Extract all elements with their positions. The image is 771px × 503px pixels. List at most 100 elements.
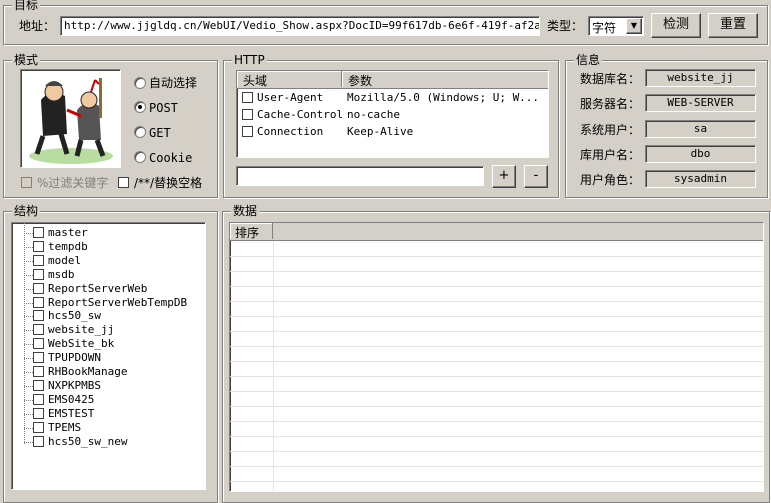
tree-item-checkbox[interactable]	[33, 240, 44, 252]
mode-label-post: POST	[149, 101, 178, 115]
http-row[interactable]: User-Agent Mozilla/5.0 (Windows; U; W...	[237, 89, 548, 106]
http-row-value: Mozilla/5.0 (Windows; U; W...	[347, 91, 540, 104]
tree-item-label: hcs50_sw_new	[48, 434, 128, 448]
tree-item-checkbox[interactable]	[33, 227, 44, 238]
info-label-dbuser: 库用户名：	[580, 148, 641, 162]
tree-item-label: tempdb	[48, 239, 88, 253]
http-input[interactable]	[236, 166, 484, 186]
tree-item[interactable]: EMSTEST	[12, 407, 202, 421]
address-label: 地址：	[19, 19, 56, 33]
tree-item-checkbox[interactable]	[33, 366, 44, 377]
http-row-header: User-Agent	[257, 91, 324, 104]
tree-item-checkbox[interactable]	[33, 421, 44, 433]
add-header-button[interactable]: +	[492, 165, 516, 188]
tree-item-checkbox[interactable]	[33, 282, 44, 294]
tree-item-checkbox[interactable]	[33, 324, 44, 336]
tree-item-label: WebSite_bk	[48, 337, 115, 351]
http-row[interactable]: Cache-Control no-cache	[237, 106, 548, 123]
data-grid-row	[230, 481, 763, 491]
reset-button[interactable]: 重置	[708, 13, 758, 38]
http-group-title: HTTP	[232, 53, 267, 67]
database-tree[interactable]: master tempdb model msdb ReportServerWeb Repo…	[11, 222, 206, 490]
tree-item[interactable]: website_jj	[12, 323, 202, 337]
info-value-sysuser: sa	[645, 120, 756, 138]
tree-item-checkbox[interactable]	[33, 393, 44, 405]
tree-item-label: NXPKPMBS	[48, 378, 101, 392]
http-row-header: Cache-Control	[257, 108, 344, 121]
tree-item[interactable]: hcs50_sw	[12, 309, 202, 323]
mascot-illustration	[29, 78, 113, 164]
info-group-title: 信息	[574, 53, 603, 67]
data-grid-body	[230, 241, 763, 491]
remove-header-button[interactable]: -	[524, 165, 548, 188]
mode-radio-get[interactable]	[134, 126, 146, 138]
data-grid-row	[230, 271, 763, 287]
http-row-checkbox[interactable]	[242, 92, 253, 103]
tree-item[interactable]: ReportServerWebTempDB	[12, 296, 202, 310]
tree-item[interactable]: ReportServerWeb	[12, 282, 202, 296]
filter-keywords-checkbox[interactable]	[21, 177, 32, 188]
mode-label-get: GET	[149, 126, 171, 140]
http-row[interactable]: Connection Keep-Alive	[237, 123, 548, 140]
mode-radio-auto[interactable]	[134, 77, 146, 89]
http-row-checkbox[interactable]	[242, 126, 253, 137]
tree-item[interactable]: NXPKPMBS	[12, 379, 202, 393]
tree-item[interactable]: WebSite_bk	[12, 337, 202, 351]
tree-item-label: EMSTEST	[48, 406, 95, 420]
mode-group-title: 模式	[12, 53, 41, 67]
tree-item[interactable]: msdb	[12, 268, 202, 282]
tree-item[interactable]: tempdb	[12, 240, 202, 254]
tree-item[interactable]: TPEMS	[12, 421, 202, 435]
tree-item-checkbox[interactable]	[33, 379, 44, 391]
http-col-value-label: 参数	[348, 74, 373, 88]
mode-radio-post[interactable]	[134, 101, 146, 113]
data-grid-row	[230, 421, 763, 437]
tree-item[interactable]: RHBookManage	[12, 365, 202, 379]
info-label-dbname: 数据库名：	[580, 72, 641, 86]
tree-item-label: ReportServerWebTempDB	[48, 295, 188, 309]
http-table-header: 头域 参数	[237, 71, 548, 89]
http-col-header[interactable]: 头域	[237, 71, 342, 88]
mode-label-auto: 自动选择	[149, 76, 198, 90]
http-row-value: Keep-Alive	[347, 125, 414, 138]
tree-item[interactable]: TPUPDOWN	[12, 351, 202, 365]
data-grid-row	[230, 256, 763, 272]
data-grid-row	[230, 451, 763, 467]
data-grid[interactable]: 排序	[229, 222, 764, 492]
data-grid-row	[230, 241, 763, 257]
tree-item-label: ReportServerWeb	[48, 281, 148, 295]
tree-item-checkbox[interactable]	[33, 268, 44, 280]
data-grid-row	[230, 436, 763, 452]
filter-keywords-label: %过滤关键字	[37, 176, 109, 190]
tree-item[interactable]: master	[12, 226, 202, 240]
tree-item-checkbox[interactable]	[33, 254, 44, 266]
tree-item[interactable]: hcs50_sw_new	[12, 435, 202, 449]
data-grid-row	[230, 406, 763, 422]
tree-item[interactable]: model	[12, 254, 202, 268]
tree-item-checkbox[interactable]	[33, 435, 44, 447]
http-row-value: no-cache	[347, 108, 400, 121]
address-input[interactable]: http://www.jjgldq.cn/WebUI/Vedio_Show.as…	[60, 16, 540, 36]
http-headers-table[interactable]: 头域 参数 User-Agent Mozilla/5.0 (Windows; U…	[236, 70, 549, 158]
chevron-down-icon[interactable]: ▼	[626, 18, 642, 34]
tree-item-checkbox[interactable]	[33, 407, 44, 419]
detect-button[interactable]: 检测	[651, 13, 701, 38]
tree-item-checkbox[interactable]	[33, 352, 44, 364]
data-grid-row	[230, 316, 763, 332]
tree-item-checkbox[interactable]	[33, 296, 44, 308]
http-row-checkbox[interactable]	[242, 109, 253, 120]
type-select-value: 字符	[592, 21, 617, 35]
tree-item-checkbox[interactable]	[33, 310, 44, 322]
data-col-order[interactable]: 排序	[230, 223, 273, 240]
tree-item-label: master	[48, 226, 88, 239]
type-select[interactable]: 字符 ▼	[588, 16, 644, 36]
tree-item-checkbox[interactable]	[33, 338, 44, 350]
type-label: 类型：	[547, 19, 584, 33]
http-col-value[interactable]: 参数	[342, 71, 548, 88]
info-label-role: 用户角色：	[580, 173, 641, 187]
mode-radio-cookie[interactable]	[134, 151, 146, 163]
http-row-header: Connection	[257, 125, 324, 138]
tree-item[interactable]: EMS0425	[12, 393, 202, 407]
tree-item-label: RHBookManage	[48, 365, 128, 378]
replace-spaces-checkbox[interactable]	[118, 177, 129, 188]
